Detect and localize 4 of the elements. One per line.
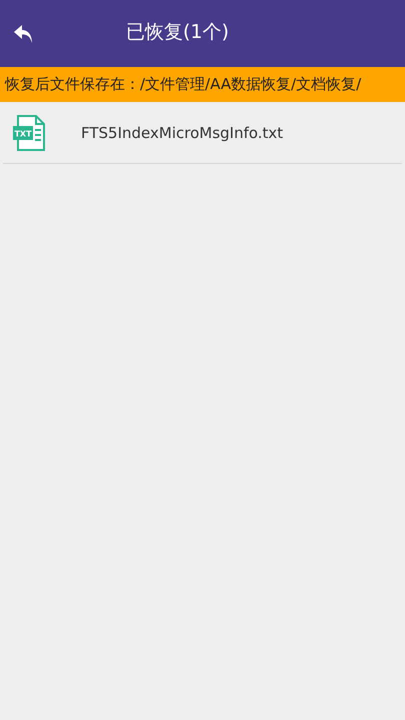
file-row[interactable]: TXT FTS5IndexMicroMsgInfo.txt — [3, 102, 402, 164]
save-path-notice: 恢复后文件保存在：/文件管理/AA数据恢复/文档恢复/ — [0, 67, 405, 102]
screen-title: 已恢复(1个) — [126, 20, 229, 44]
file-name: FTS5IndexMicroMsgInfo.txt — [81, 124, 284, 142]
